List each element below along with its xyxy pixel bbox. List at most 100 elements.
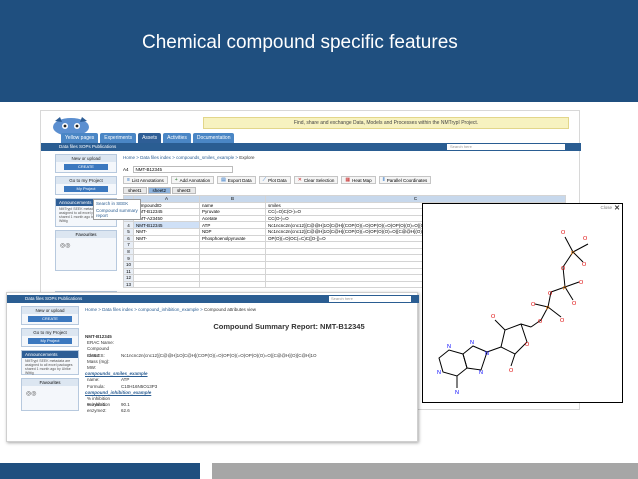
compound-fields: ERAC Name: Compound Class: SMILES: Nc1ncnc2… <box>85 340 413 371</box>
report-field-value: Nc1ncnc2n(cnc12)[C@@H]1O[C@H](COP(O)(=O)… <box>121 352 317 358</box>
grid-cell[interactable]: NMT-B12345 <box>133 221 201 229</box>
column-header[interactable]: B <box>199 195 267 203</box>
close-icon[interactable]: ✕ <box>614 204 620 212</box>
grid-cell[interactable] <box>199 241 267 249</box>
report-field-value: C10H16N5O13P3 <box>121 383 158 389</box>
nav-tab-activities[interactable]: Activities <box>163 133 191 143</box>
favourite-item-icon[interactable]: ◎◎ <box>60 242 70 249</box>
add-annotation-button[interactable]: + Add Annotation <box>170 176 215 184</box>
row-header[interactable]: 12 <box>122 274 135 282</box>
parallel-coordinates-label: Parallel Coordinates <box>386 177 428 183</box>
row-header[interactable]: 4 <box>122 221 135 229</box>
grid-cell[interactable]: name <box>199 201 267 210</box>
grid-cell[interactable] <box>133 274 201 282</box>
breadcrumb-home[interactable]: Home <box>123 155 135 160</box>
announcements-box-2: Announcements NMTrypI SEEK metadata are … <box>21 350 79 375</box>
create-button[interactable]: CREATE <box>64 164 108 170</box>
favourite-item-icon-2[interactable]: ◎◎ <box>26 390 36 397</box>
grid-cell[interactable] <box>133 267 201 276</box>
row-header[interactable]: 6 <box>122 234 135 243</box>
announcement-text-2: NMTrypI SEEK metadata are assigned to al… <box>25 359 73 375</box>
grid-cell[interactable] <box>133 280 201 289</box>
smiles-fields: name: ATP Formula: C10H16N5O13P3 <box>85 377 413 389</box>
grid-cell[interactable]: ATP <box>199 221 267 229</box>
structure-viewer: Close ✕ O O P O O P O O O P O O O O O O … <box>422 203 623 403</box>
sheet-tab-3[interactable]: sheet3 <box>172 187 196 194</box>
sheet-tab-2[interactable]: sheet2 <box>147 187 172 194</box>
breadcrumb-file[interactable]: compounds_smiles_example <box>176 155 234 160</box>
favourites-body: ◎◎ <box>56 238 116 270</box>
nav-tab-experiments[interactable]: Experiments <box>100 133 137 143</box>
grid-cell[interactable] <box>199 280 267 289</box>
my-project-button[interactable]: My Project <box>64 186 108 192</box>
grid-cell[interactable] <box>199 254 267 262</box>
my-project-button-2[interactable]: My Project <box>28 338 72 344</box>
list-annotations-button[interactable]: ≡ List Annotations <box>123 176 168 184</box>
context-menu-search[interactable]: Search in SEEK <box>94 200 140 207</box>
grid-cell[interactable] <box>133 247 201 256</box>
row-header[interactable]: 5 <box>122 227 135 236</box>
nav-tab-documentation[interactable]: Documentation <box>192 133 235 143</box>
export-icon: ▤ <box>221 176 226 183</box>
row-header[interactable]: 11 <box>122 267 135 276</box>
heat-map-button[interactable]: ▦ Heat Map <box>341 176 376 184</box>
grid-cell[interactable] <box>199 274 267 282</box>
row-header[interactable]: 13 <box>122 280 135 289</box>
grid-cell[interactable]: Pyruvate <box>199 208 267 216</box>
row-header[interactable]: 10 <box>122 260 135 269</box>
footer-bar-right <box>212 463 638 479</box>
breadcrumb-file-2[interactable]: compound_inhibition_example <box>138 307 199 312</box>
atom-o-13: O <box>509 368 514 374</box>
breadcrumb-home-2[interactable]: Home <box>85 307 97 312</box>
grid-cell[interactable]: NMT-A23450 <box>133 214 201 223</box>
compound-report-screenshot: Data files SOPs Publications Search here… <box>6 292 419 442</box>
list-annotations-label: List Annotations <box>131 177 164 183</box>
report-field-label: Formula: <box>87 383 105 389</box>
go-project-heading-2: Go to my Project <box>22 329 78 336</box>
inhibition-fields: % inhibition enzyme1: 90.1% inhibition en… <box>85 396 413 413</box>
search-input-2[interactable]: Search here <box>329 296 411 302</box>
sub-nav-links[interactable]: Data files SOPs Publications <box>59 144 116 149</box>
search-input[interactable]: Search here <box>447 144 565 150</box>
export-data-button[interactable]: ▤ Export Data <box>217 176 256 184</box>
favourites-box-2: Favourites ◎◎ <box>21 378 79 411</box>
grid-cell[interactable] <box>133 241 201 249</box>
close-label[interactable]: Close <box>600 205 612 210</box>
atom-n-6: N <box>455 390 459 396</box>
cell-value-field[interactable]: NMT-B12345 <box>132 165 233 173</box>
grid-cell[interactable]: Acetate <box>199 214 267 223</box>
nav-tab-assets[interactable]: Assets <box>138 133 162 143</box>
create-button-2[interactable]: CREATE <box>28 316 72 322</box>
atom-o-10: O <box>538 319 543 325</box>
grid-cell[interactable]: Phosphoenolpyruvate <box>199 234 267 243</box>
breadcrumb: Home > Data files index > compounds_smil… <box>123 155 255 160</box>
breadcrumb-index[interactable]: Data files index <box>140 155 171 160</box>
grid-cell[interactable] <box>199 267 267 276</box>
clear-selection-button[interactable]: ✕ Clear Selection <box>293 176 339 184</box>
grid-cell[interactable] <box>133 260 201 269</box>
row-header[interactable]: 9 <box>122 254 135 262</box>
grid-cell[interactable] <box>199 260 267 269</box>
grid-cell[interactable]: NMT- <box>133 227 201 236</box>
column-header[interactable]: C <box>265 195 567 203</box>
sub-nav-links-2[interactable]: Data files SOPs Publications <box>25 296 82 301</box>
plot-data-button[interactable]: ⟋ Plot Data <box>258 176 291 184</box>
heatmap-icon: ▦ <box>345 176 351 183</box>
breadcrumb-index-2[interactable]: Data files index <box>102 307 133 312</box>
grid-cell[interactable] <box>133 254 201 262</box>
grid-cell[interactable]: NMT- <box>133 234 201 243</box>
atom-o-8: O <box>560 318 565 324</box>
sidebar: New or upload CREATE Go to my Project My… <box>55 154 117 311</box>
row-header[interactable]: 8 <box>122 247 135 256</box>
breadcrumb-2: Home > Data files index > compound_inhib… <box>85 307 257 312</box>
nav-tab-yellow-pages[interactable]: Yellow pages <box>61 133 99 143</box>
grid-cell[interactable] <box>199 247 267 256</box>
grid-cell[interactable]: compoundID <box>133 201 201 210</box>
context-menu-report[interactable]: Compound summary report <box>94 207 140 219</box>
sheet-tab-1[interactable]: sheet1 <box>123 187 147 194</box>
column-header[interactable]: A <box>133 195 201 203</box>
grid-cell[interactable]: NDP <box>199 227 267 236</box>
grid-cell[interactable]: NMT-B12345 <box>133 208 201 216</box>
row-header[interactable]: 7 <box>122 241 135 249</box>
parallel-coordinates-button[interactable]: ⫴ Parallel Coordinates <box>378 176 432 184</box>
